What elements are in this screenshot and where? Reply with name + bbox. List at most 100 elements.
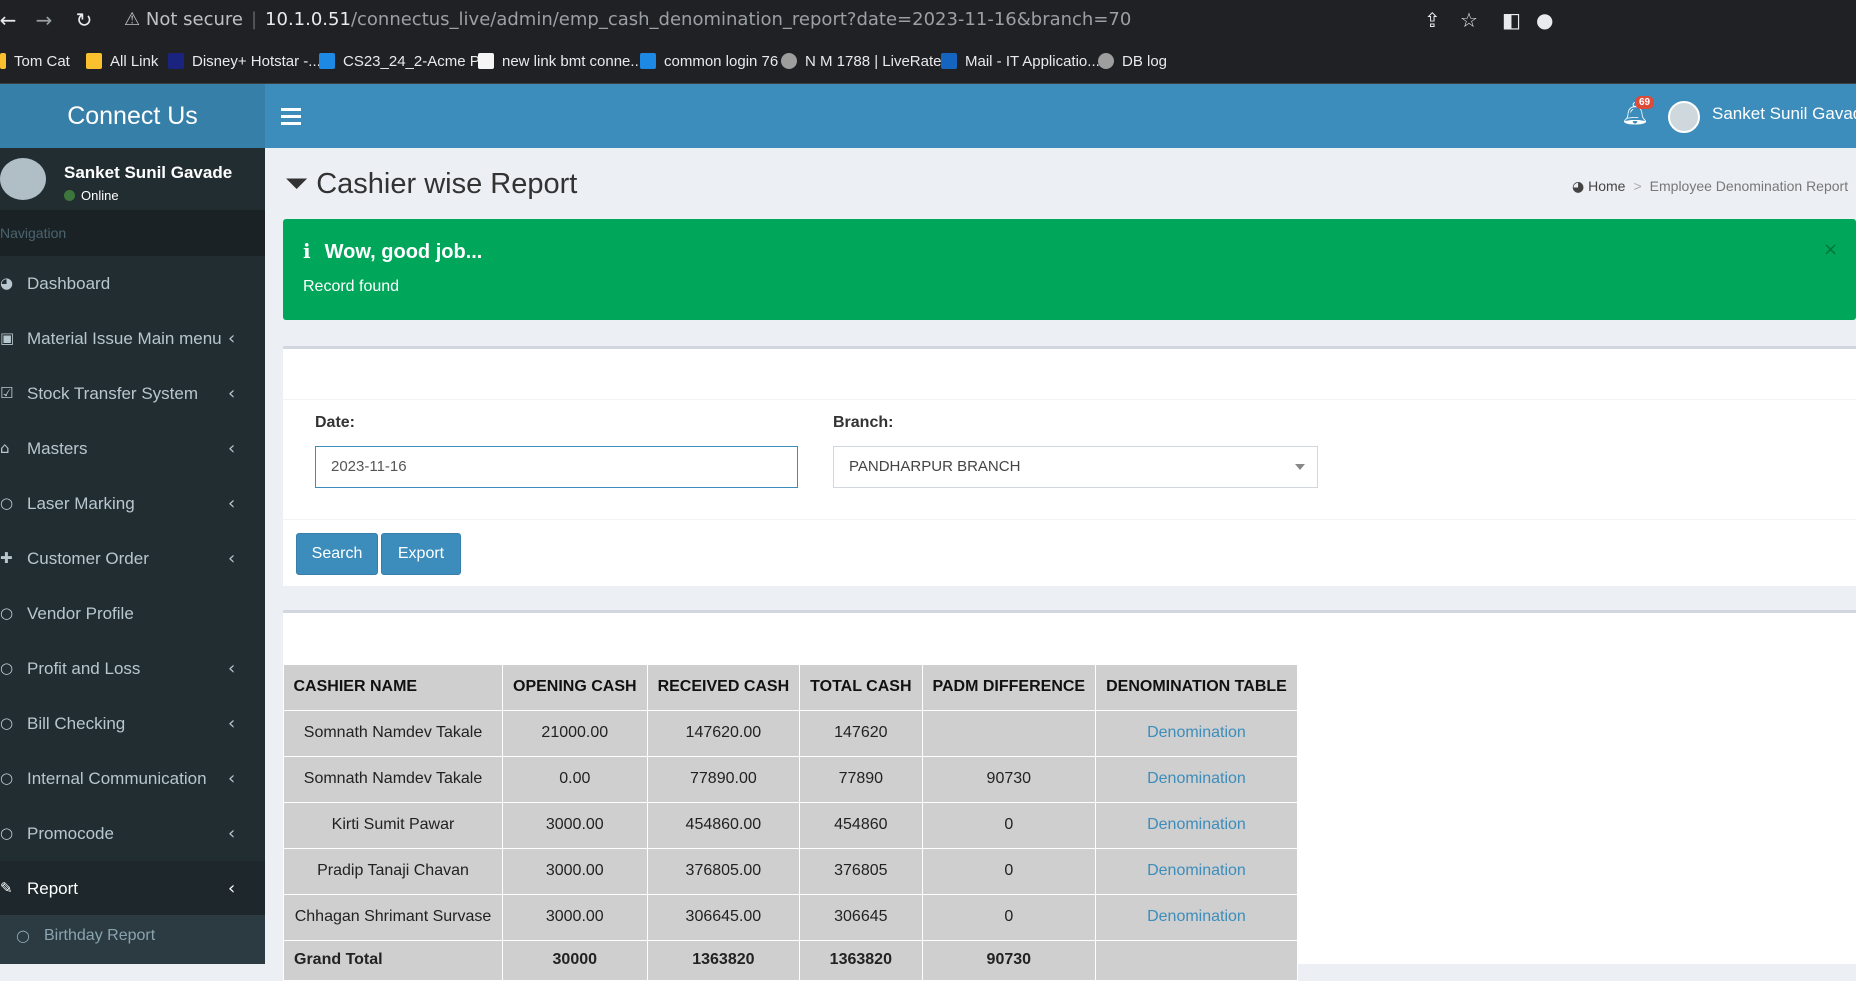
page-title-text: Cashier wise Report: [316, 168, 578, 200]
folder-icon: [86, 53, 102, 69]
bookmark-item[interactable]: All Link: [86, 50, 158, 74]
denomination-link[interactable]: Denomination: [1095, 755, 1298, 803]
star-icon[interactable]: ☆: [1460, 8, 1478, 32]
table-row: Chhagan Shrimant Survase 3000.00 306645.…: [283, 893, 1298, 941]
close-icon[interactable]: ×: [1823, 239, 1838, 260]
url-field[interactable]: ⚠ Not secure | 10.1.0.51/connectus_live/ad…: [112, 2, 1732, 38]
breadcrumb: ◕ Home > Employee Denomination Report: [1572, 178, 1848, 195]
check-square-icon: ☑: [0, 384, 14, 402]
sidebar-item-label: Profit and Loss: [27, 659, 141, 678]
online-dot-icon: [64, 190, 75, 201]
search-button[interactable]: Search: [296, 533, 378, 575]
plus-icon: ✚: [0, 549, 13, 567]
total-cash-cell: 77890: [799, 755, 923, 803]
sidebar-item-promocode[interactable]: ○ Promocode ‹: [0, 806, 265, 861]
table-header-row: CASHIER NAME OPENING CASH RECEIVED CASH …: [283, 665, 1298, 710]
date-label: Date:: [315, 414, 356, 431]
not-secure-label: Not secure: [145, 9, 243, 30]
sidebar-item-internal-communication[interactable]: ○ Internal Communication ‹: [0, 751, 265, 806]
menu-toggle-icon[interactable]: [281, 104, 301, 128]
sidebar-subitem-birthday-report[interactable]: ○ Birthday Report: [0, 915, 265, 964]
avatar[interactable]: [1668, 101, 1700, 133]
sidebar-item-profit-loss[interactable]: ○ Profit and Loss ‹: [0, 641, 265, 696]
sidebar-item-label: Masters: [27, 439, 88, 458]
denomination-link[interactable]: Denomination: [1095, 847, 1298, 895]
branch-label: Branch:: [833, 414, 894, 431]
bookmark-item[interactable]: Tom Cat: [0, 50, 70, 74]
reload-icon[interactable]: ↻: [72, 8, 96, 32]
bookmark-item[interactable]: DB log: [1098, 50, 1167, 74]
bookmark-label: common login 76: [664, 53, 779, 70]
caret-down-icon: [1295, 464, 1305, 470]
received-cash-cell: 376805.00: [646, 847, 801, 895]
denomination-link[interactable]: Denomination: [1095, 893, 1298, 941]
sidebar-item-stock-transfer[interactable]: ☑ Stock Transfer System ‹: [0, 366, 265, 421]
share-icon[interactable]: ⇪: [1424, 8, 1441, 32]
column-header: RECEIVED CASH: [647, 665, 801, 710]
dashboard-icon: ◕: [0, 274, 14, 292]
edit-icon: ✎: [0, 879, 13, 897]
home-icon: ⌂: [0, 439, 10, 457]
breadcrumb-home[interactable]: Home: [1588, 178, 1625, 194]
sidebar-item-bill-checking[interactable]: ○ Bill Checking ‹: [0, 696, 265, 751]
sidebar-item-label: Dashboard: [27, 274, 111, 293]
bookmark-label: All Link: [110, 53, 159, 70]
column-header: CASHIER NAME: [283, 665, 503, 710]
alert-title: i Wow, good job...: [303, 239, 482, 264]
top-user-name[interactable]: Sanket Sunil Gavade: [1712, 104, 1856, 124]
sidebar-item-report[interactable]: ✎ Report ‹: [0, 861, 265, 916]
url-path: /connectus_live/admin/emp_cash_denominat…: [350, 9, 1132, 30]
bookmark-item[interactable]: common login 76: [640, 50, 778, 74]
sidebar-item-vendor-profile[interactable]: ○ Vendor Profile: [0, 586, 265, 641]
denomination-link[interactable]: Denomination: [1095, 801, 1298, 849]
sidebar-item-dashboard[interactable]: ◕ Dashboard: [0, 256, 265, 311]
avatar: [0, 158, 46, 200]
denomination-link[interactable]: Denomination: [1095, 709, 1298, 757]
back-icon[interactable]: ←: [0, 8, 20, 32]
bookmark-label: Tom Cat: [14, 53, 70, 70]
dashboard-icon: ◕: [1572, 179, 1585, 195]
warning-icon: ⚠: [124, 9, 141, 30]
bookmark-item[interactable]: Disney+ Hotstar -...: [168, 50, 321, 74]
chevron-left-icon: ‹: [228, 768, 236, 789]
user-name: Sanket Sunil Gavade: [64, 163, 233, 182]
export-button[interactable]: Export: [381, 533, 461, 575]
site-icon: [640, 53, 656, 69]
bookmark-label: N M 1788 | LiveRates: [805, 53, 949, 70]
date-input[interactable]: 2023-11-16: [315, 446, 798, 488]
filter-box: Date: 2023-11-16 Branch: PANDHARPUR BRAN…: [283, 346, 1856, 586]
sidepanel-icon[interactable]: ◧: [1502, 8, 1521, 32]
forward-icon[interactable]: →: [32, 8, 56, 32]
bookmark-icon: [0, 53, 6, 69]
table-row: Somnath Namdev Takale 21000.00 147620.00…: [283, 709, 1298, 757]
sidebar-item-masters[interactable]: ⌂ Masters ‹: [0, 421, 265, 476]
bookmark-item[interactable]: Mail - IT Applicatio...: [941, 50, 1100, 74]
sidebar-item-customer-order[interactable]: ✚ Customer Order ‹: [0, 531, 265, 586]
chevron-left-icon: ‹: [228, 878, 236, 899]
received-cash-cell: 306645.00: [646, 893, 801, 941]
branch-select[interactable]: PANDHARPUR BRANCH: [833, 446, 1318, 488]
bookmark-label: DB log: [1122, 53, 1168, 70]
sidebar-item-label: Promocode: [27, 824, 114, 843]
circle-icon: ○: [16, 926, 30, 945]
bookmark-item[interactable]: CS23_24_2-Acme P...: [319, 50, 490, 74]
info-icon: i: [303, 239, 311, 263]
breadcrumb-current: Employee Denomination Report: [1649, 178, 1849, 194]
bookmark-item[interactable]: new link bmt conne...: [478, 50, 643, 74]
sidebar-item-laser-marking[interactable]: ○ Laser Marking ‹: [0, 476, 265, 531]
branch-select-value: PANDHARPUR BRANCH: [849, 458, 1021, 475]
total-received-cash: 1363820: [646, 939, 801, 981]
bookmark-item[interactable]: N M 1788 | LiveRates: [781, 50, 949, 74]
circle-icon: ○: [0, 769, 14, 787]
total-padm-difference: 90730: [921, 939, 1097, 981]
sidebar-subitem-label: Birthday Report: [44, 927, 156, 944]
breadcrumb-separator: >: [1633, 178, 1642, 194]
sidebar-item-label: Vendor Profile: [27, 604, 134, 623]
app-logo[interactable]: Connect Us: [0, 84, 265, 148]
profile-icon[interactable]: ●: [1536, 8, 1553, 32]
sidebar-item-label: Customer Order: [27, 549, 149, 568]
money-icon: ▣: [0, 329, 15, 347]
circle-icon: ○: [0, 824, 14, 842]
sidebar-item-label: Stock Transfer System: [27, 384, 198, 403]
sidebar-item-material-issue[interactable]: ▣ Material Issue Main menu ‹: [0, 311, 265, 366]
